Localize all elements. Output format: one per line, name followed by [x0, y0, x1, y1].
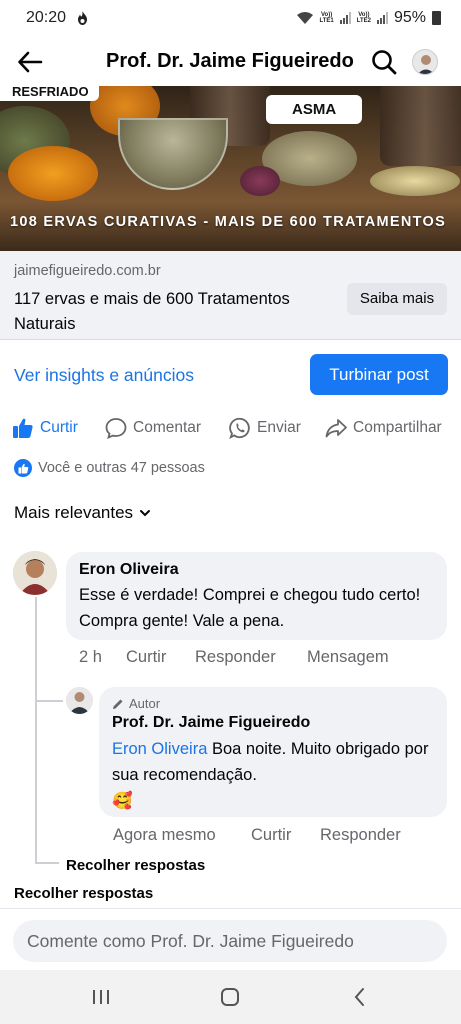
share-button[interactable]: Compartilhar: [325, 412, 442, 444]
smiling-hearts-emoji: 🥰: [112, 792, 133, 810]
flame-icon: [78, 11, 87, 25]
reply-bubble: Autor Prof. Dr. Jaime Figueiredo Eron Ol…: [99, 687, 447, 817]
orange-flowers: [8, 146, 98, 201]
reply-text: Eron Oliveira Boa noite. Muito obrigado …: [112, 736, 432, 814]
comment-reply-button[interactable]: Responder: [195, 648, 276, 667]
person-avatar-icon: [13, 551, 57, 595]
sim2-label: LTE2: [356, 18, 371, 24]
reply-time: Agora mesmo: [113, 826, 216, 844]
status-bar: 20:20 Vo)) LTE1 Vo)) LTE2 95%: [0, 0, 461, 36]
sim2-indicator: Vo)) LTE2: [357, 12, 371, 24]
link-preview[interactable]: jaimefigueiredo.com.br 117 ervas e mais …: [0, 251, 461, 340]
commenter-avatar[interactable]: [13, 551, 57, 595]
like-reaction-icon: [14, 459, 32, 477]
share-arrow-icon: [325, 419, 347, 438]
thread-line-reply: [35, 700, 63, 702]
learn-more-button[interactable]: Saiba mais: [347, 283, 447, 315]
comment-composer: [0, 908, 461, 970]
status-time: 20:20: [26, 9, 67, 26]
chamomile-flowers: [370, 166, 460, 196]
post-actions: Curtir Comentar Enviar Compartilhar: [0, 412, 461, 448]
signal-bars-2-icon: [376, 12, 388, 24]
app-header: Prof. Dr. Jaime Figueiredo: [0, 36, 461, 86]
battery-icon: [432, 11, 441, 25]
comment-bubble: Eron Oliveira Esse é verdade! Comprei e …: [66, 552, 447, 640]
post-image-banner[interactable]: RESFRIADO ASMA 108 ERVAS CURATIVAS - MAI…: [0, 86, 461, 251]
comment-time: 2 h: [79, 648, 102, 666]
arrow-left-icon[interactable]: [16, 48, 44, 76]
comment-like-button[interactable]: Curtir: [126, 648, 166, 667]
wifi-icon: [296, 12, 313, 24]
reply-author[interactable]: Prof. Dr. Jaime Figueiredo: [112, 714, 310, 732]
person-avatar-icon: [66, 687, 93, 714]
reactions-text: Você e outras 47 pessoas: [38, 460, 205, 476]
jar-right: [380, 86, 461, 166]
comment-input[interactable]: [13, 920, 447, 962]
insights-link[interactable]: Ver insights e anúncios: [14, 365, 194, 386]
like-button[interactable]: Curtir: [12, 412, 78, 444]
reply-reply-button[interactable]: Responder: [320, 826, 401, 845]
system-nav-bar: [0, 970, 461, 1024]
page-title: Prof. Dr. Jaime Figueiredo: [106, 50, 354, 72]
recent-apps-icon[interactable]: [89, 985, 113, 1009]
chevron-down-icon: [140, 510, 151, 517]
pencil-icon: [113, 699, 123, 709]
link-title: 117 ervas e mais de 600 Tratamentos Natu…: [14, 290, 290, 333]
send-button[interactable]: Enviar: [229, 412, 301, 444]
thread-line: [35, 597, 37, 864]
whatsapp-icon: [229, 417, 250, 439]
glass-bowl: [118, 118, 228, 190]
comment-author[interactable]: Eron Oliveira: [79, 561, 179, 579]
comment-message-button[interactable]: Mensagem: [307, 648, 389, 667]
author-badge-label: Autor: [129, 696, 161, 711]
sort-label: Mais relevantes: [14, 503, 134, 522]
reactions-summary[interactable]: Você e outras 47 pessoas: [14, 459, 205, 477]
search-icon[interactable]: [370, 48, 398, 76]
link-domain: jaimefigueiredo.com.br: [14, 263, 161, 279]
person-avatar-icon: [413, 50, 437, 74]
share-label: Compartilhar: [353, 419, 442, 436]
comment-button[interactable]: Comentar: [105, 412, 201, 444]
home-icon[interactable]: [218, 985, 242, 1009]
profile-avatar[interactable]: [412, 49, 438, 75]
send-label: Enviar: [257, 419, 301, 436]
tag-resfriado: RESFRIADO: [0, 86, 99, 101]
sort-dropdown[interactable]: Mais relevantes: [14, 503, 151, 523]
comment-bubble-icon: [105, 418, 127, 439]
like-label: Curtir: [40, 419, 78, 436]
tag-asma: ASMA: [266, 95, 363, 124]
banner-caption: 108 ERVAS CURATIVAS - MAIS DE 600 TRATAM…: [10, 214, 447, 230]
signal-bars-icon: [339, 12, 351, 24]
reply-like-button[interactable]: Curtir: [251, 826, 291, 845]
author-avatar[interactable]: [66, 687, 93, 714]
boost-post-button[interactable]: Turbinar post: [310, 354, 448, 395]
back-icon[interactable]: [348, 985, 372, 1009]
author-badge: Autor: [112, 696, 160, 711]
sim1-indicator: Vo)) LTE1: [320, 12, 334, 24]
mention-link[interactable]: Eron Oliveira: [112, 740, 207, 758]
status-indicators: Vo)) LTE1 Vo)) LTE2 95%: [296, 9, 441, 27]
collapse-replies-outer[interactable]: Recolher respostas: [14, 885, 153, 902]
purple-flowers: [240, 166, 280, 196]
battery-percent: 95%: [393, 9, 426, 26]
comment-text: Esse é verdade! Comprei e chegou tudo ce…: [79, 586, 421, 630]
thread-line-branch: [35, 862, 59, 864]
thumbs-up-icon: [13, 418, 33, 438]
comment-label: Comentar: [133, 419, 202, 436]
sim1-label: LTE1: [319, 18, 334, 24]
collapse-replies-inner[interactable]: Recolher respostas: [66, 857, 205, 874]
